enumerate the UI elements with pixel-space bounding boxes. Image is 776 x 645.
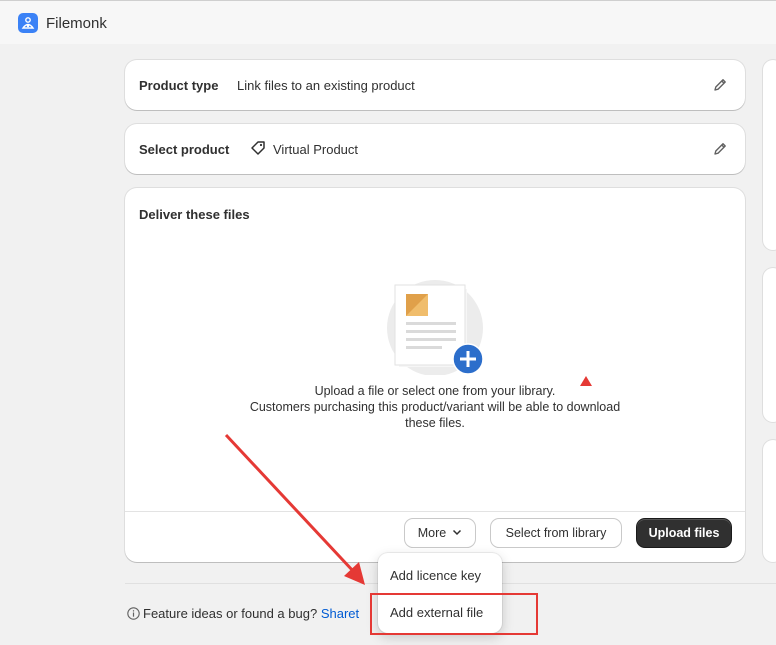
deliver-files-card: Deliver these files Upload a file or sel… [125, 188, 745, 562]
tag-icon [250, 140, 266, 161]
product-type-label: Product type [139, 78, 219, 93]
red-triangle-marker [580, 373, 592, 391]
feedback-line: Feature ideas or found a bug? Sharet [127, 606, 359, 623]
select-product-card: Select product Virtual Product [125, 124, 745, 174]
app-title: Filemonk [46, 15, 107, 32]
plus-circle-icon [452, 343, 484, 375]
side-card [763, 268, 776, 422]
filemonk-logo-icon [18, 13, 38, 33]
more-button[interactable]: More [405, 519, 475, 547]
share-link[interactable]: Share [321, 606, 356, 621]
empty-state-line3: these files. [405, 416, 465, 430]
menu-item-add-licence-key[interactable]: Add licence key [390, 568, 481, 583]
info-icon [127, 607, 140, 623]
product-type-card: Product type Link files to an existing p… [125, 60, 745, 110]
annotation-arrow [220, 430, 380, 595]
side-card [763, 440, 776, 562]
select-from-library-button[interactable]: Select from library [491, 519, 621, 547]
chevron-down-icon [452, 526, 462, 540]
deliver-files-title: Deliver these files [139, 207, 250, 222]
product-type-value: Link files to an existing product [237, 78, 415, 93]
pencil-icon[interactable] [709, 74, 731, 96]
feedback-trailing: t [355, 606, 360, 621]
side-card [763, 60, 776, 250]
feedback-text: Feature ideas or found a bug? [143, 606, 318, 621]
highlight-box [370, 593, 538, 635]
more-label: More [417, 526, 447, 540]
app-header: Filemonk [0, 0, 776, 44]
card-footer: More Select from library Upload files [125, 511, 745, 552]
upload-files-button[interactable]: Upload files [637, 519, 731, 547]
empty-state-line2: Customers purchasing this product/varian… [249, 400, 621, 414]
select-product-value: Virtual Product [273, 142, 359, 157]
select-product-label: Select product [139, 142, 230, 157]
empty-state-line1: Upload a file or select one from your li… [314, 384, 556, 398]
pencil-icon[interactable] [709, 138, 731, 160]
